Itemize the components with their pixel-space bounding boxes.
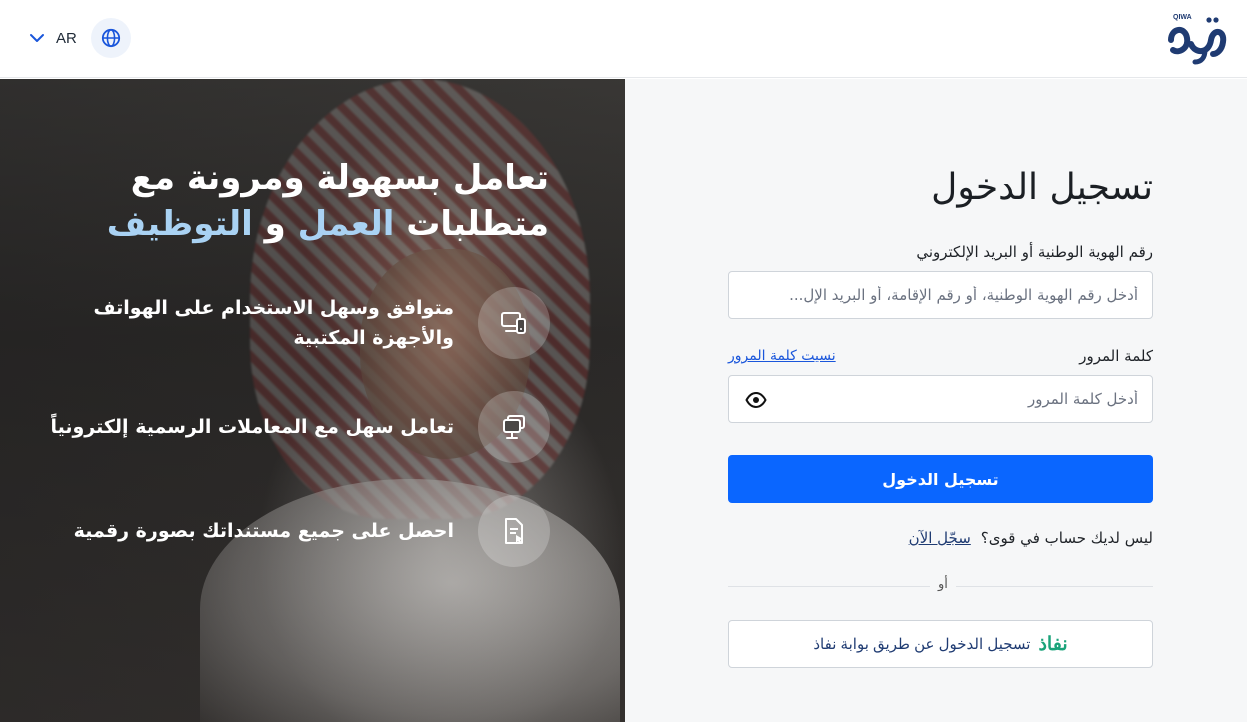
feature-text: احصل على جميع مستنداتك بصورة رقمية [73,520,454,542]
login-title: تسجيل الدخول [931,167,1153,208]
devices-icon [478,287,550,359]
id-field[interactable] [728,271,1153,319]
id-input[interactable] [729,272,1152,318]
login-button[interactable]: تسجيل الدخول [728,455,1153,503]
nafath-logo: نفاذ [1038,633,1068,655]
password-input[interactable] [729,376,1152,422]
qiwa-logo[interactable]: QIWA [1165,10,1227,66]
language-code[interactable]: AR [56,30,77,47]
hero-section: تعامل بسهولة ومرونة مع متطلبات العمل و ا… [0,79,625,722]
no-account-text: ليس لديك حساب في قوى؟ [980,529,1153,547]
register-prompt: ليس لديك حساب في قوى؟ سجّل الآن [909,529,1153,547]
desktop-icon [478,391,550,463]
feature-text: تعامل سهل مع المعاملات الرسمية إلكترونيا… [50,416,454,438]
or-separator: أو [930,577,956,592]
logo-wordmark: QIWA [1173,14,1192,21]
feature-item: احصل على جميع مستنداتك بصورة رقمية [10,495,550,567]
feature-item: تعامل سهل مع المعاملات الرسمية إلكترونيا… [10,391,550,463]
chevron-down-icon[interactable] [26,27,48,49]
hero-title-highlight-work: العمل [297,204,395,244]
password-label: كلمة المرور [1079,347,1153,365]
hero-title-highlight-employment: التوظيف [106,204,253,244]
forgot-password-link[interactable]: نسيت كلمة المرور [728,348,836,364]
feature-item: متوافق وسهل الاستخدام على الهواتف والأجه… [10,287,550,359]
id-label: رقم الهوية الوطنية أو البريد الإلكتروني [916,243,1153,261]
globe-icon[interactable] [90,18,131,58]
register-link[interactable]: سجّل الآن [909,529,971,547]
hero-title: تعامل بسهولة ومرونة مع متطلبات العمل و ا… [69,155,549,247]
nafath-login-label: تسجيل الدخول عن طريق بوابة نفاذ [813,636,1031,653]
feature-text: متوافق وسهل الاستخدام على الهواتف والأجه… [93,297,454,349]
nafath-login-button[interactable]: نفاذ تسجيل الدخول عن طريق بوابة نفاذ [728,620,1153,668]
password-field[interactable] [728,375,1153,423]
language-switcher[interactable]: AR [26,18,131,58]
eye-icon[interactable] [745,390,767,410]
document-icon [478,495,550,567]
hero-title-and: و [264,204,286,244]
login-panel: تسجيل الدخول رقم الهوية الوطنية أو البري… [625,79,1247,722]
top-header: AR QIWA [0,0,1247,78]
